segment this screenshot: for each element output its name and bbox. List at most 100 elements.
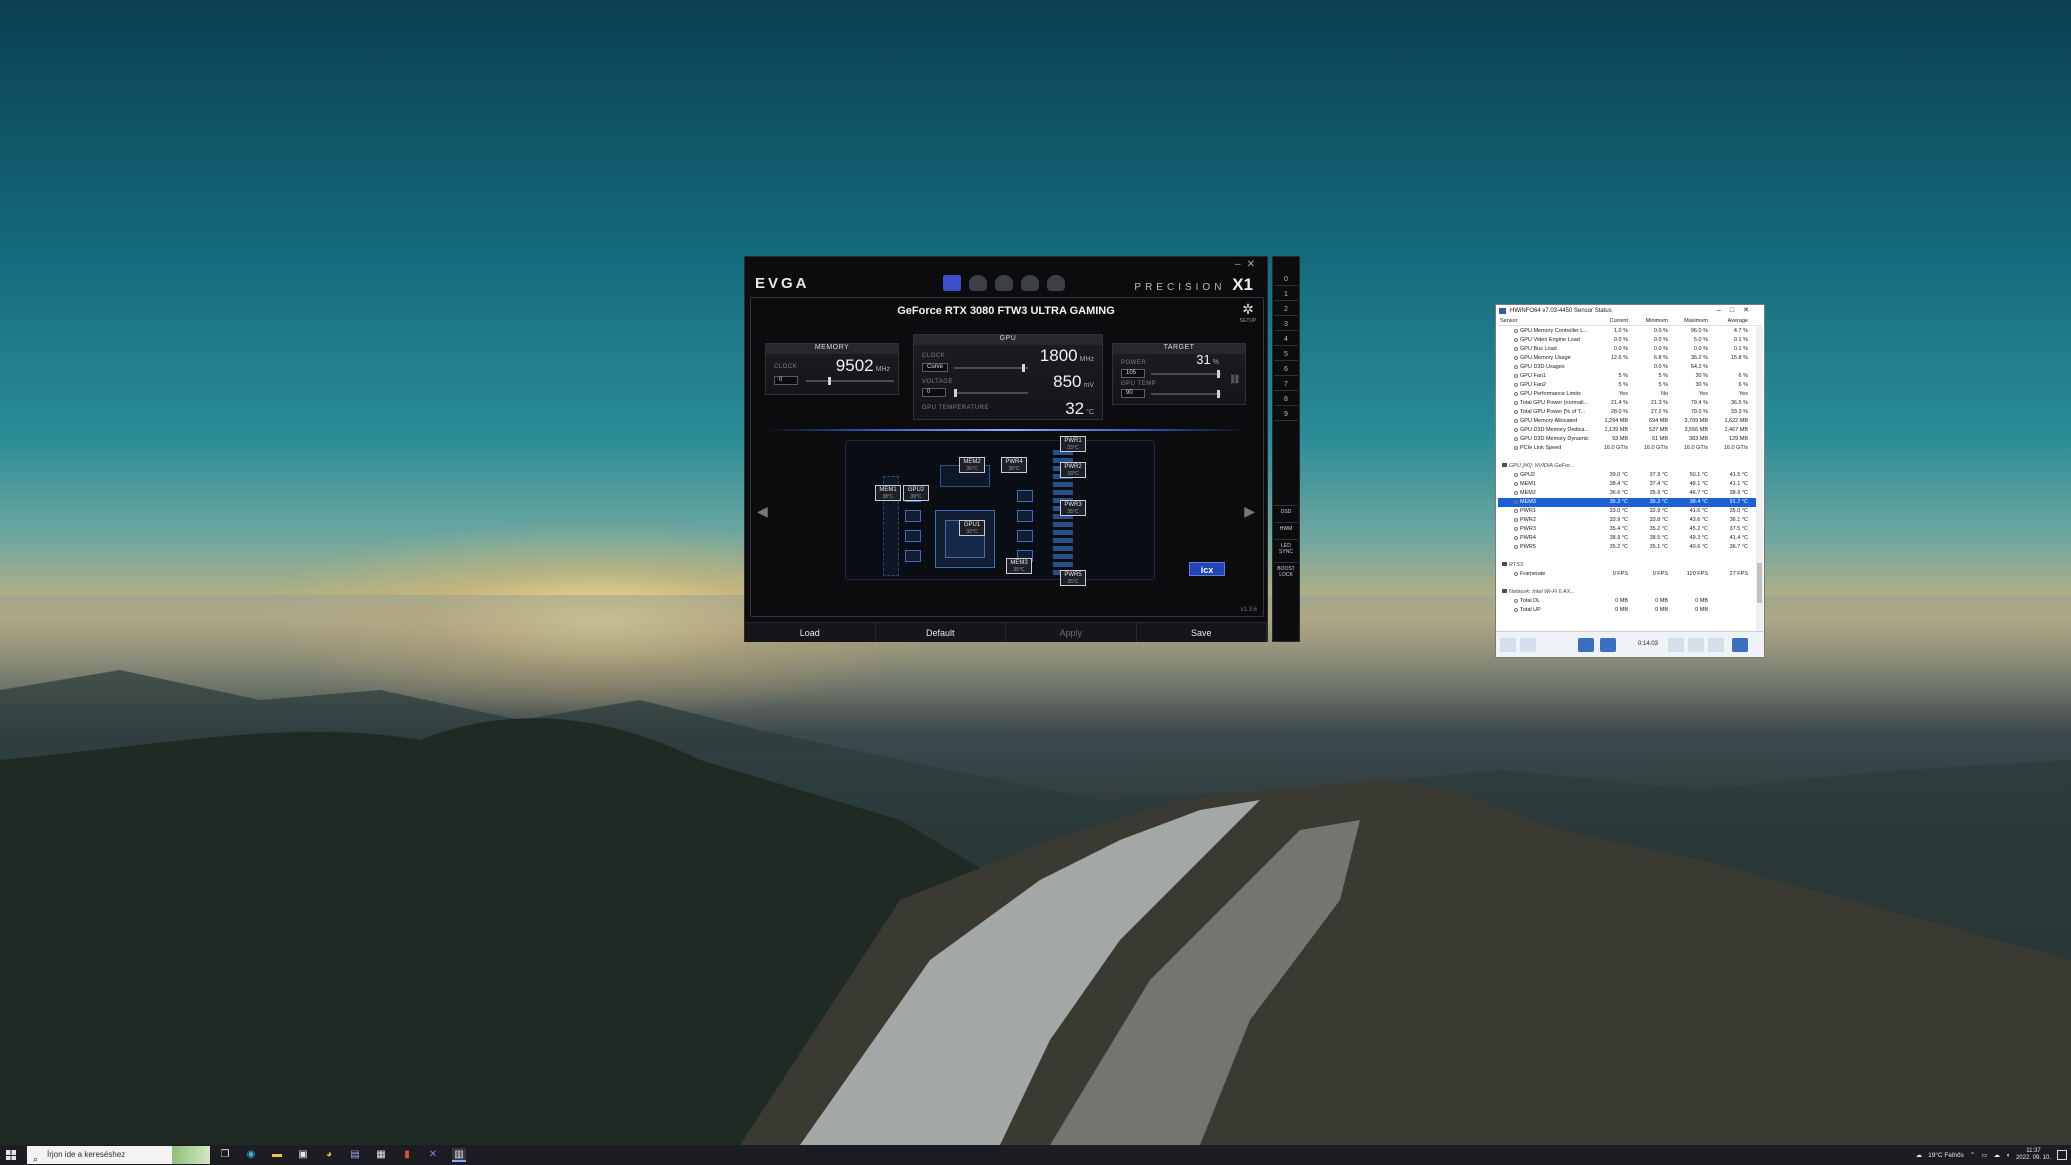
- chrome-icon[interactable]: ◕: [322, 1148, 336, 1162]
- profile-7-button[interactable]: 7: [1274, 378, 1298, 391]
- chevron-right-icon[interactable]: ▶: [1244, 503, 1255, 520]
- cloud-icon[interactable]: ☁: [1994, 1151, 2001, 1159]
- sensor-pwr2[interactable]: PWR2 33°C: [1060, 462, 1086, 478]
- nav-scan-icon[interactable]: [1021, 275, 1039, 291]
- power-target-slider-handle[interactable]: [1217, 370, 1220, 378]
- taskbar-search-input[interactable]: ⌕ Írjon ide a kereséshez: [27, 1146, 210, 1164]
- taskbar-clock[interactable]: 11:37 2022. 09. 10.: [2016, 1148, 2051, 1162]
- temp-target-field[interactable]: 90: [1121, 389, 1145, 398]
- icx-button[interactable]: icx: [1189, 562, 1225, 576]
- close-sensors-icon[interactable]: [1732, 638, 1748, 652]
- vertical-scrollbar[interactable]: [1756, 327, 1763, 631]
- apply-button[interactable]: Apply: [1006, 623, 1137, 642]
- profile-3-button[interactable]: 3: [1274, 318, 1298, 331]
- close-icon[interactable]: ✕: [1247, 259, 1261, 270]
- power-target-field[interactable]: 105: [1121, 369, 1145, 378]
- task-view-icon[interactable]: ❐: [218, 1148, 232, 1162]
- table-row[interactable]: PCIe Link Speed 16.0 GT/s 16.0 GT/s 16.0 GT…: [1498, 444, 1756, 453]
- window-controls[interactable]: –✕: [1235, 259, 1261, 270]
- table-row[interactable]: GPU D3D Usages 0.0 % 64.2 %: [1498, 363, 1756, 372]
- sensor-group-header[interactable]: GPU [#0]: NVIDIA GeFor...: [1498, 462, 1756, 471]
- file-explorer-icon[interactable]: ▬: [270, 1148, 284, 1162]
- led-sync-button[interactable]: LED SYNC: [1274, 539, 1298, 558]
- hwinfo-taskbar-icon[interactable]: ▥: [452, 1148, 466, 1162]
- sensor-group-header[interactable]: RTSS: [1498, 561, 1756, 570]
- table-row[interactable]: GPU D3D Memory Dedica... 1,139 MB 537 MB 3,…: [1498, 426, 1756, 435]
- scrollbar-thumb[interactable]: [1757, 563, 1762, 603]
- table-row[interactable]: GPU D3D Memory Dynamic 93 MB 51 MB 383 MB 12…: [1498, 435, 1756, 444]
- network-tray-icon[interactable]: ▭: [1981, 1151, 1987, 1159]
- nav-rgb-icon[interactable]: [995, 275, 1013, 291]
- table-row[interactable]: Total GPU Power (normali... 21.4 % 21.3 % 7…: [1498, 399, 1756, 408]
- sensor-pwr4[interactable]: PWR4 38°C: [1001, 457, 1027, 473]
- edge-icon[interactable]: ◉: [244, 1148, 258, 1162]
- weather-icon[interactable]: ☁: [1916, 1151, 1923, 1159]
- gpu-clock-slider-handle[interactable]: [1022, 364, 1025, 372]
- table-row[interactable]: GPU Memory Allocated 1,294 MB 694 MB 3,709 …: [1498, 417, 1756, 426]
- table-row[interactable]: GPU Bus Load 0.0 % 0.0 % 0.0 % 0.1 %: [1498, 345, 1756, 354]
- nav-gpu-icon[interactable]: [943, 275, 961, 291]
- nav-fan-icon[interactable]: [969, 275, 987, 291]
- table-row[interactable]: PWR1 33.0 °C 32.9 °C 41.6 °C 35.0 °C: [1498, 507, 1756, 516]
- sensor-pwr1[interactable]: PWR1 33°C: [1060, 436, 1086, 452]
- table-row[interactable]: Total DL 0 MB 0 MB 0 MB: [1498, 597, 1756, 606]
- load-button[interactable]: Load: [745, 623, 876, 642]
- curve-button[interactable]: Curve: [922, 363, 948, 372]
- minimize-icon[interactable]: –: [1235, 259, 1247, 270]
- profile-6-button[interactable]: 6: [1274, 363, 1298, 376]
- temp-target-slider[interactable]: [1151, 393, 1221, 395]
- sensor-mem2[interactable]: MEM2 36°C: [959, 457, 985, 473]
- table-row[interactable]: MEM1 38.4 °C 37.4 °C 48.1 °C 41.1 °C: [1498, 480, 1756, 489]
- table-row[interactable]: MEM3 35.3 °C 35.3 °C 38.4 °C 91.7 °C: [1498, 498, 1756, 507]
- table-row[interactable]: GPU Memory Controller L... 1.0 % 0.0 % 96.0…: [1498, 327, 1756, 336]
- weather-text[interactable]: 19°C Felhős: [1928, 1152, 1964, 1159]
- arrows-right-icon[interactable]: [1520, 638, 1536, 652]
- table-row[interactable]: GPU Performance Limits Yes No Yes Yes: [1498, 390, 1756, 399]
- volume-icon[interactable]: ◖: [2006, 1152, 2010, 1159]
- sensor-gpu2[interactable]: GPU2 39°C: [903, 485, 929, 501]
- save-button[interactable]: Save: [1137, 623, 1267, 642]
- window-controls[interactable]: –□✕: [1717, 305, 1758, 317]
- profile-9-button[interactable]: 9: [1274, 408, 1298, 421]
- voltage-slider[interactable]: [954, 392, 1028, 394]
- table-row[interactable]: GPU Fan2 5 % 5 % 30 % 6 %: [1498, 381, 1756, 390]
- osd-button[interactable]: OSD: [1274, 505, 1298, 518]
- reset-icon[interactable]: [1708, 638, 1724, 652]
- table-row[interactable]: Total GPU Power [% of T... 28.0 % 27.2 % 79…: [1498, 408, 1756, 417]
- maximize-icon[interactable]: □: [1730, 307, 1743, 314]
- profile-2-button[interactable]: 2: [1274, 303, 1298, 316]
- voltage-slider-handle[interactable]: [954, 389, 957, 397]
- table-row[interactable]: GPU Video Engine Load 0.0 % 0.0 % 5.0 % 0.1 …: [1498, 336, 1756, 345]
- temp-target-slider-handle[interactable]: [1217, 390, 1220, 398]
- link-icon[interactable]: ⛓: [1229, 374, 1241, 385]
- table-row[interactable]: PWR3 35.4 °C 35.2 °C 45.2 °C 37.5 °C: [1498, 525, 1756, 534]
- gpu-clock-slider[interactable]: [954, 367, 1028, 369]
- chevron-left-icon[interactable]: ◀: [757, 503, 768, 520]
- tray-chevron-up-icon[interactable]: ⌃: [1970, 1151, 1975, 1159]
- nav-boost-icon[interactable]: [1047, 275, 1065, 291]
- log-icon[interactable]: [1688, 638, 1704, 652]
- profile-1-button[interactable]: 1: [1274, 288, 1298, 301]
- table-row[interactable]: GPU2 39.0 °C 37.9 °C 50.1 °C 41.5 °C: [1498, 471, 1756, 480]
- precision-x1-taskbar-icon[interactable]: ✕: [426, 1148, 440, 1162]
- profile-8-button[interactable]: 8: [1274, 393, 1298, 406]
- boost-lock-button[interactable]: BOOST LOCK: [1274, 562, 1298, 581]
- table-row[interactable]: GPU Memory Usage 12.6 % 6.8 % 36.2 % 15.8 %: [1498, 354, 1756, 363]
- profile-5-button[interactable]: 5: [1274, 348, 1298, 361]
- voltage-offset-field[interactable]: 0: [922, 388, 946, 397]
- power-target-slider[interactable]: [1151, 373, 1221, 375]
- default-button[interactable]: Default: [876, 623, 1006, 642]
- network-icon[interactable]: [1600, 638, 1616, 652]
- clock-icon[interactable]: [1668, 638, 1684, 652]
- windows-start-icon[interactable]: [6, 1150, 16, 1160]
- table-row[interactable]: PWR5 35.2 °C 35.1 °C 40.6 °C 36.7 °C: [1498, 543, 1756, 552]
- sensor-mem3[interactable]: MEM3 35°C: [1006, 558, 1032, 574]
- save-disk-icon[interactable]: ▦: [374, 1148, 388, 1162]
- hwinfo-titlebar[interactable]: HWiNFO64 v7.03-4450 Sensor Status –□✕: [1496, 305, 1764, 317]
- table-row[interactable]: Framerate 0 FPS 0 FPS 120 FPS 27 FPS: [1498, 570, 1756, 579]
- table-row[interactable]: PWR4 38.9 °C 38.5 °C 49.3 °C 41.4 °C: [1498, 534, 1756, 543]
- sensor-pwr5[interactable]: PWR5 35°C: [1060, 570, 1086, 586]
- store-icon[interactable]: ▣: [296, 1148, 310, 1162]
- table-row[interactable]: GPU Fan1 5 % 5 % 30 % 6 %: [1498, 372, 1756, 381]
- sensor-group-header[interactable]: Network: Intel Wi-Fi 6 AX...: [1498, 588, 1756, 597]
